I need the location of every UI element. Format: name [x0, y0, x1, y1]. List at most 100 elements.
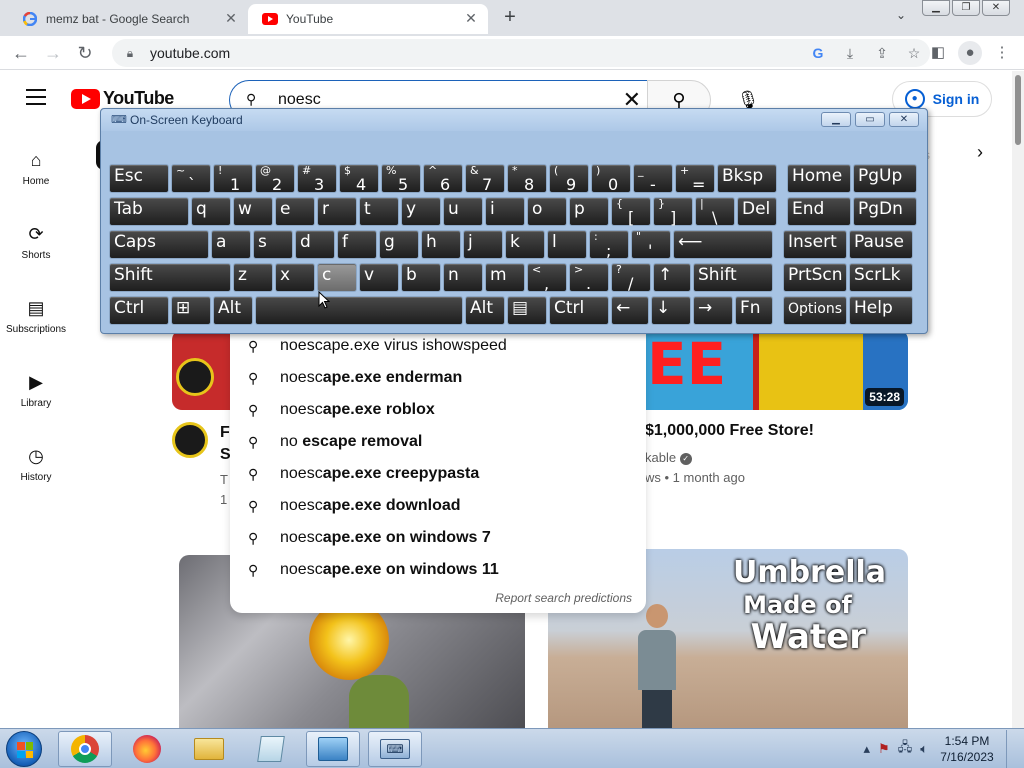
close-tab-icon[interactable]: ✕ — [462, 9, 480, 27]
sidebar-item-subscriptions[interactable]: ▤ Subscriptions — [0, 296, 72, 335]
channel-name[interactable]: kable — [645, 450, 676, 465]
taskbar-explorer[interactable] — [182, 731, 236, 767]
tab-youtube[interactable]: YouTube ✕ — [248, 4, 488, 34]
key-ctrl[interactable]: Ctrl — [549, 296, 609, 325]
key-space[interactable] — [255, 296, 463, 325]
key-9[interactable]: (9 — [549, 164, 589, 194]
tab-search-icon[interactable]: ⌄ — [896, 8, 906, 22]
channel-avatar[interactable] — [172, 422, 208, 458]
close-window-icon[interactable]: ✕ — [982, 0, 1010, 16]
key-alt[interactable]: Alt — [465, 296, 505, 325]
key-esc[interactable]: Esc — [109, 164, 169, 193]
sidebar-item-home[interactable]: ⌂ Home — [0, 148, 72, 187]
hamburger-menu-icon[interactable] — [26, 89, 46, 105]
key-m[interactable]: m — [485, 263, 525, 292]
key-0[interactable]: ) 0 — [591, 164, 631, 194]
key-pgup[interactable]: PgUp — [853, 164, 917, 193]
key-fn[interactable]: Fn — [735, 296, 773, 325]
sidebar-item-library[interactable]: ▶ Library — [0, 370, 72, 409]
video-title[interactable]: $1,000,000 Free Store! — [645, 422, 814, 440]
key-r0k1[interactable]: ~ ` — [171, 164, 211, 194]
osk-close-icon[interactable]: ✕ — [889, 112, 919, 127]
key-r3k11[interactable]: ↑ — [653, 263, 691, 292]
key-r1k12[interactable]: }] — [653, 197, 693, 227]
key-8[interactable]: * 8 — [507, 164, 547, 194]
key-z[interactable]: z — [233, 263, 273, 292]
suggestion-item[interactable]: ⚲ no escape removal — [230, 426, 646, 458]
key-2[interactable]: @2 — [255, 164, 295, 194]
key-r3k8[interactable]: <, — [527, 263, 567, 293]
key-i[interactable]: i — [485, 197, 525, 226]
osk-title-bar[interactable]: ⌨ On-Screen Keyboard ▁ ▭ ✕ — [101, 109, 927, 131]
key-b[interactable]: b — [401, 263, 441, 292]
key-r0k12[interactable]: _ - — [633, 164, 673, 194]
suggestion-item[interactable]: ⚲ noescape.exe enderman — [230, 362, 646, 394]
key-r1k11[interactable]: {[ — [611, 197, 651, 227]
action-center-icon[interactable]: ⚑ — [878, 741, 890, 757]
key-f[interactable]: f — [337, 230, 377, 259]
key-r4k5[interactable]: ▤ — [507, 296, 547, 325]
video-thumbnail[interactable] — [172, 330, 232, 410]
taskbar-osk[interactable]: ⌨ — [368, 731, 422, 767]
key-3[interactable]: #3 — [297, 164, 337, 194]
key-insert[interactable]: Insert — [783, 230, 847, 259]
taskbar-firefox[interactable] — [120, 731, 174, 767]
key-6[interactable]: ^ 6 — [423, 164, 463, 194]
show-desktop-button[interactable] — [1006, 730, 1018, 768]
key-help[interactable]: Help — [849, 296, 913, 325]
network-icon[interactable]: 🖧︎ — [898, 738, 913, 760]
restore-icon[interactable]: ❐ — [952, 0, 980, 16]
key-ctrl[interactable]: Ctrl — [109, 296, 169, 325]
key-q[interactable]: q — [191, 197, 231, 226]
key-1[interactable]: ! 1 — [213, 164, 253, 194]
key-pause[interactable]: Pause — [849, 230, 913, 259]
chevron-right-icon[interactable]: › — [968, 142, 992, 166]
start-button[interactable] — [6, 731, 42, 767]
key-r3k9[interactable]: >. — [569, 263, 609, 293]
key-r2k10[interactable]: :; — [589, 230, 629, 260]
share-icon[interactable]: ⇪ — [866, 45, 898, 62]
clock[interactable]: 1:54 PM 7/16/2023 — [932, 733, 1002, 765]
key-r4k9[interactable]: → — [693, 296, 733, 325]
key-r4k7[interactable]: ← — [611, 296, 649, 325]
key-r3k10[interactable]: ? / — [611, 263, 651, 293]
key-r2k11[interactable]: " ' — [631, 230, 671, 260]
profile-icon[interactable]: ● — [958, 41, 982, 65]
volume-icon[interactable]: 🔈︎ — [920, 741, 928, 757]
scrollbar-thumb[interactable] — [1015, 75, 1021, 145]
key-y[interactable]: y — [401, 197, 441, 226]
key-g[interactable]: g — [379, 230, 419, 259]
key-v[interactable]: v — [359, 263, 399, 292]
key-shift[interactable]: Shift — [109, 263, 231, 292]
youtube-logo[interactable]: YouTube — [71, 88, 174, 109]
key-5[interactable]: % 5 — [381, 164, 421, 194]
key-end[interactable]: End — [787, 197, 851, 226]
key-7[interactable]: & 7 — [465, 164, 505, 194]
key-r4k8[interactable]: ↓ — [651, 296, 691, 325]
key-u[interactable]: u — [443, 197, 483, 226]
key-t[interactable]: t — [359, 197, 399, 226]
minimize-icon[interactable]: ▁ — [922, 0, 950, 16]
key-caps[interactable]: Caps — [109, 230, 209, 259]
key-d[interactable]: d — [295, 230, 335, 259]
chrome-menu-icon[interactable]: ⋮ — [990, 41, 1014, 65]
page-scrollbar[interactable] — [1012, 71, 1024, 728]
suggestion-item[interactable]: ⚲ noescape.exe on windows 11 — [230, 554, 646, 586]
taskbar-chrome[interactable] — [58, 731, 112, 767]
key-tab[interactable]: Tab — [109, 197, 189, 226]
key-a[interactable]: a — [211, 230, 251, 259]
suggestion-item[interactable]: ⚲ noescape.exe download — [230, 490, 646, 522]
key-options[interactable]: Options — [783, 296, 847, 325]
osk-minimize-icon[interactable]: ▁ — [821, 112, 851, 127]
key-l[interactable]: l — [547, 230, 587, 259]
video-thumbnail[interactable]: EE 53:28 — [645, 330, 908, 410]
suggestion-item[interactable]: ⚲ noescape.exe on windows 7 — [230, 522, 646, 554]
key-c[interactable]: c — [317, 263, 357, 292]
key-h[interactable]: h — [421, 230, 461, 259]
key-scrlk[interactable]: ScrLk — [849, 263, 913, 292]
key-e[interactable]: e — [275, 197, 315, 226]
report-predictions-link[interactable]: Report search predictions — [495, 591, 632, 605]
close-tab-icon[interactable]: ✕ — [222, 9, 240, 27]
sidebar-item-shorts[interactable]: ⟳ Shorts — [0, 222, 72, 261]
suggestion-item[interactable]: ⚲ noescape.exe virus ishowspeed — [230, 330, 646, 362]
